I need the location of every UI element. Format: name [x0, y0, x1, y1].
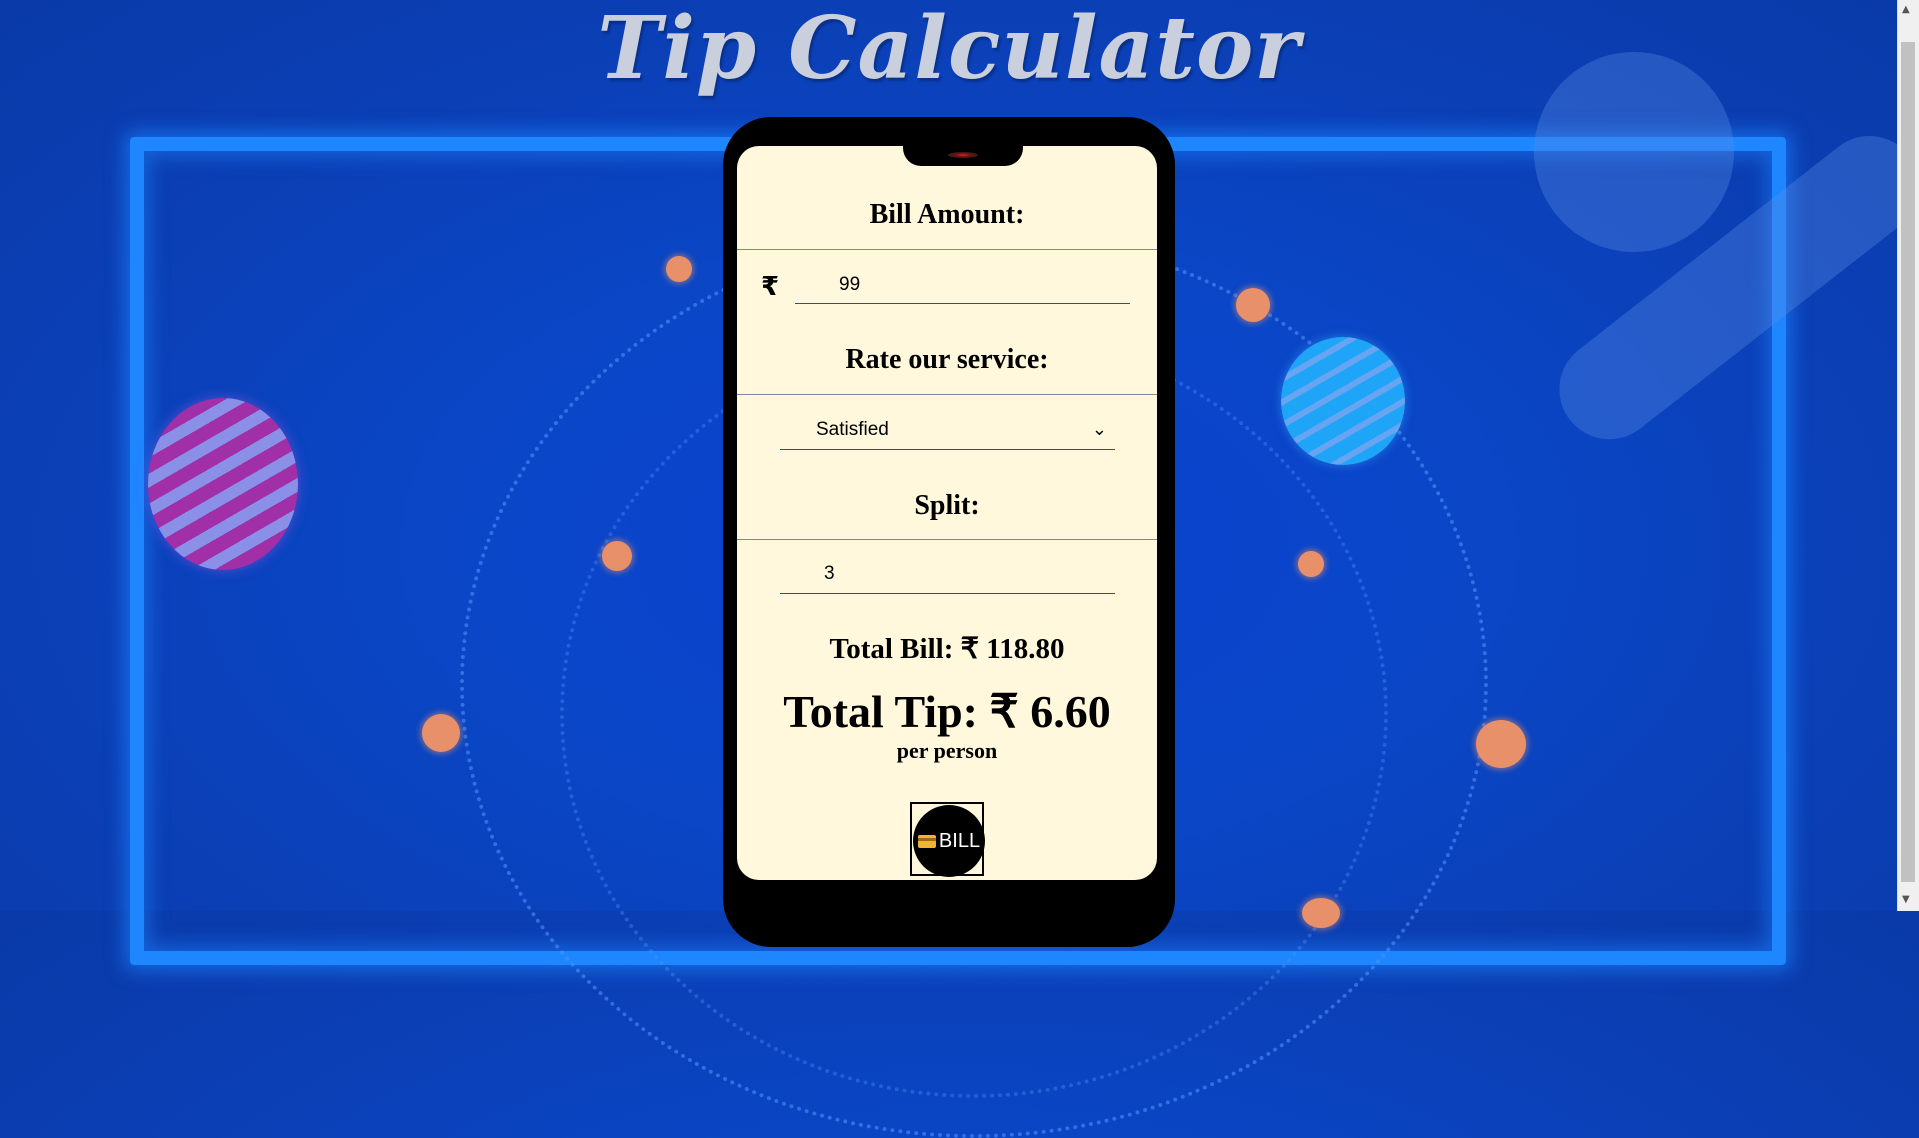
total-tip-text: Total Tip: ₹ 6.60 [783, 686, 1111, 737]
scroll-down-icon[interactable]: ▼ [1902, 894, 1910, 905]
rupee-icon: ₹ [761, 272, 780, 302]
service-rating-value: Satisfied [816, 419, 889, 440]
scrollbar-thumb[interactable] [1901, 42, 1915, 882]
camera-icon [948, 152, 978, 158]
orb-decoration [602, 541, 632, 571]
orb-decoration [422, 714, 460, 752]
per-person-text: per person [896, 738, 998, 763]
bill-button[interactable]: BILL [910, 802, 985, 877]
calculator-screen: Bill Amount: ₹ Rate our service: Satisfi… [737, 146, 1157, 880]
total-bill-text: Total Bill: ₹ 118.80 [829, 633, 1065, 665]
orb-decoration [1298, 551, 1324, 577]
credit-card-icon [917, 834, 936, 848]
bill-button-label: BILL [938, 829, 981, 852]
striped-planet-decoration [1281, 337, 1405, 465]
striped-planet-decoration [148, 398, 298, 570]
orb-decoration [1302, 898, 1340, 928]
bill-button-circle: BILL [913, 805, 985, 877]
split-input[interactable] [780, 554, 1115, 594]
bill-amount-input[interactable] [795, 266, 1130, 304]
scroll-up-icon[interactable]: ▲ [1902, 4, 1910, 15]
service-rating-select[interactable]: Satisfied ⌄ [780, 409, 1115, 450]
vertical-scrollbar[interactable]: ▲ ▼ [1897, 0, 1919, 911]
divider [737, 394, 1157, 395]
divider [737, 539, 1157, 540]
bill-amount-label: Bill Amount: [869, 199, 1025, 230]
page-title: Tip Calculator [597, 0, 1301, 99]
orb-decoration [1476, 720, 1526, 768]
divider [737, 249, 1157, 250]
chevron-down-icon: ⌄ [1091, 419, 1107, 440]
phone-frame: Bill Amount: ₹ Rate our service: Satisfi… [723, 117, 1175, 947]
rate-service-label: Rate our service: [845, 344, 1049, 375]
orb-decoration [666, 256, 692, 282]
orb-decoration [1236, 288, 1270, 322]
split-label: Split: [914, 490, 980, 521]
phone-notch [903, 146, 1023, 166]
